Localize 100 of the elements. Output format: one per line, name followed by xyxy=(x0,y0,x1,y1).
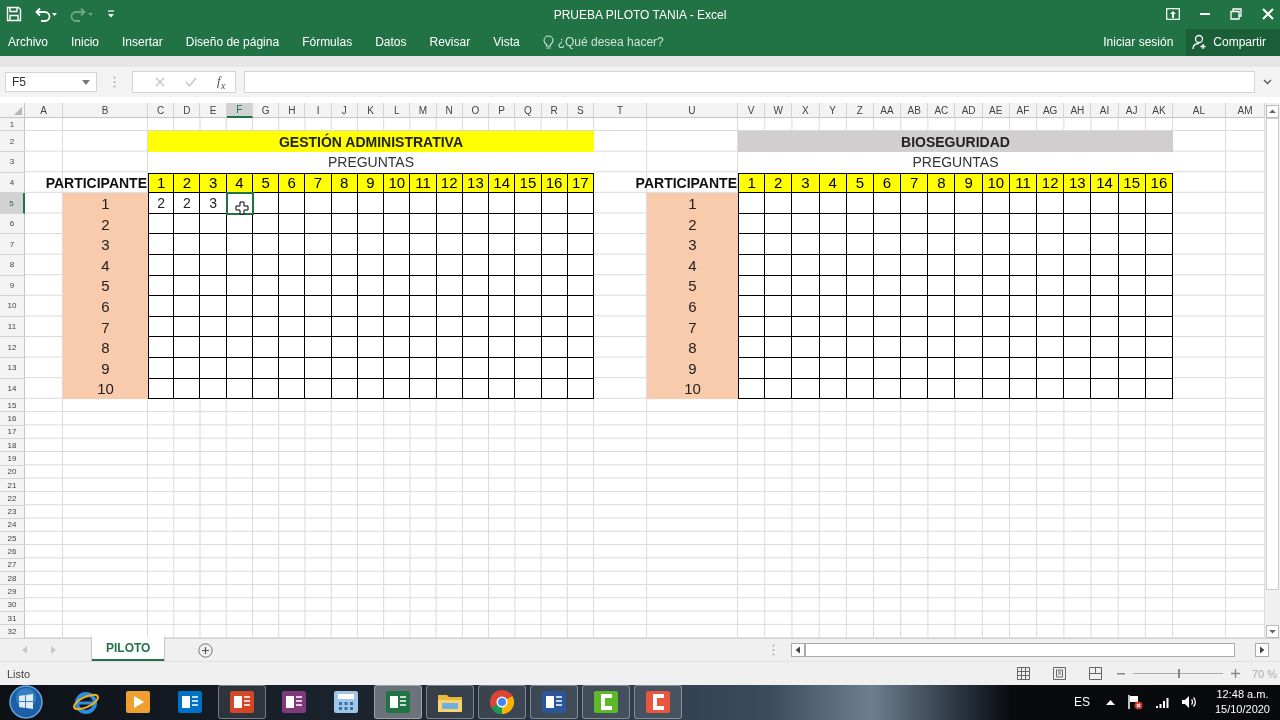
column-header[interactable]: P xyxy=(489,103,516,119)
taskbar-button[interactable] xyxy=(218,685,266,720)
row-header[interactable]: 9 xyxy=(0,275,25,297)
column-header[interactable]: AL xyxy=(1173,103,1226,119)
signal-icon[interactable] xyxy=(1154,696,1169,709)
taskbar-button[interactable] xyxy=(374,685,422,720)
sign-in-link[interactable]: Iniciar sesión xyxy=(1103,35,1174,50)
volume-icon[interactable] xyxy=(1180,695,1197,710)
ribbon-tab[interactable]: Fórmulas xyxy=(302,35,353,50)
flag-icon[interactable] xyxy=(1126,694,1143,711)
column-header[interactable]: J xyxy=(331,103,358,119)
share-button[interactable]: Compartir xyxy=(1186,28,1280,56)
column-header[interactable]: M xyxy=(410,103,437,119)
row-header[interactable]: 13 xyxy=(0,357,25,379)
column-header[interactable]: AM xyxy=(1226,103,1265,119)
column-header[interactable]: Y xyxy=(819,103,847,119)
column-header[interactable]: D xyxy=(174,103,201,119)
column-header[interactable]: AC xyxy=(928,103,956,119)
column-header[interactable]: B xyxy=(63,103,148,119)
formula-input[interactable] xyxy=(244,71,1255,94)
scroll-left-icon[interactable] xyxy=(791,643,805,658)
column-header[interactable]: O xyxy=(462,103,490,119)
column-header[interactable]: N xyxy=(436,103,463,119)
column-header[interactable]: X xyxy=(792,103,820,119)
column-header[interactable]: AB xyxy=(901,103,929,119)
column-header[interactable]: E xyxy=(200,103,227,119)
row-header[interactable]: 12 xyxy=(0,337,25,358)
normal-view-icon[interactable] xyxy=(1017,667,1030,680)
sheet-tab[interactable]: PILOTO xyxy=(92,636,165,661)
insert-function-button[interactable]: f$_{x}$ xyxy=(217,73,226,91)
column-header[interactable]: A xyxy=(25,103,63,119)
ribbon-tab[interactable]: Inicio xyxy=(71,35,100,50)
scrollbar-thumb[interactable] xyxy=(805,643,1235,658)
tell-me-field[interactable]: ¿Qué desea hacer? xyxy=(542,34,668,50)
ribbon-tab[interactable]: Diseño de página xyxy=(185,35,280,50)
row-header[interactable]: 19 xyxy=(0,452,25,466)
column-header[interactable]: G xyxy=(252,103,280,119)
row-header[interactable]: 7 xyxy=(0,234,25,255)
column-header[interactable]: AD xyxy=(955,103,983,119)
taskbar-button[interactable] xyxy=(530,685,578,720)
taskbar-button[interactable] xyxy=(478,685,526,720)
scroll-down-icon[interactable] xyxy=(1266,625,1279,639)
row-header[interactable]: 10 xyxy=(0,296,25,317)
row-header[interactable]: 4 xyxy=(0,172,25,194)
row-header[interactable]: 16 xyxy=(0,412,25,426)
column-header[interactable]: AG xyxy=(1037,103,1065,119)
language-indicator[interactable]: ES xyxy=(1073,695,1090,710)
scroll-up-icon[interactable] xyxy=(1266,105,1279,119)
column-header[interactable]: K xyxy=(357,103,385,119)
column-header[interactable]: R xyxy=(541,103,568,119)
column-header[interactable]: I xyxy=(305,103,332,119)
column-header[interactable]: AJ xyxy=(1118,103,1146,119)
column-header[interactable]: L xyxy=(384,103,411,119)
ribbon-tab[interactable]: Vista xyxy=(493,35,520,50)
column-header[interactable]: Z xyxy=(846,103,874,119)
row-header[interactable]: 22 xyxy=(0,492,25,506)
row-header[interactable]: 1 xyxy=(0,118,25,132)
column-header[interactable]: H xyxy=(279,103,306,119)
column-header[interactable]: V xyxy=(738,103,766,119)
zoom-in-icon[interactable] xyxy=(1231,669,1240,678)
column-header[interactable]: AH xyxy=(1064,103,1092,119)
column-header[interactable]: AE xyxy=(982,103,1010,119)
column-header[interactable]: AK xyxy=(1145,103,1173,119)
column-header[interactable]: AF xyxy=(1009,103,1038,119)
ribbon-tab[interactable]: Archivo xyxy=(8,35,48,50)
column-header[interactable]: C xyxy=(148,103,175,119)
row-header[interactable]: 18 xyxy=(0,439,25,453)
ribbon-tab[interactable]: Revisar xyxy=(429,35,471,50)
column-header[interactable]: F xyxy=(226,103,253,119)
ribbon-tab[interactable]: Insertar xyxy=(122,35,163,50)
column-header[interactable]: T xyxy=(594,103,647,119)
undo-icon[interactable] xyxy=(34,6,58,23)
show-hidden-icon[interactable] xyxy=(1105,699,1115,706)
row-header[interactable]: 15 xyxy=(0,399,25,413)
taskbar-button[interactable] xyxy=(582,685,630,720)
customize-icon[interactable] xyxy=(106,9,116,20)
name-box[interactable]: F5 xyxy=(5,72,97,93)
column-header[interactable]: S xyxy=(567,103,594,119)
taskbar-button[interactable] xyxy=(634,685,682,720)
start-button[interactable] xyxy=(6,685,46,720)
row-header[interactable]: 5 xyxy=(0,193,25,214)
zoom-out-icon[interactable] xyxy=(1117,672,1125,675)
ribbon-tab[interactable]: Datos xyxy=(375,35,407,50)
add-sheet-icon[interactable] xyxy=(198,642,214,658)
restore-icon[interactable] xyxy=(1230,8,1242,21)
scrollbar-thumb[interactable] xyxy=(1266,118,1279,591)
row-header[interactable]: 2 xyxy=(0,131,25,153)
row-header[interactable]: 11 xyxy=(0,316,25,338)
row-header[interactable]: 8 xyxy=(0,255,25,276)
page-layout-icon[interactable] xyxy=(1053,667,1066,680)
page-break-icon[interactable] xyxy=(1089,667,1102,680)
minimize-icon[interactable] xyxy=(1200,13,1210,16)
ribbon-options-icon[interactable] xyxy=(1166,8,1180,21)
column-header[interactable]: U xyxy=(647,103,738,119)
scroll-right-icon[interactable] xyxy=(1255,643,1269,658)
expand-icon[interactable] xyxy=(1263,79,1272,86)
close-icon[interactable] xyxy=(1262,8,1274,21)
row-header[interactable]: 25 xyxy=(0,532,25,546)
row-header[interactable]: 3 xyxy=(0,152,25,173)
row-header[interactable]: 29 xyxy=(0,585,25,599)
